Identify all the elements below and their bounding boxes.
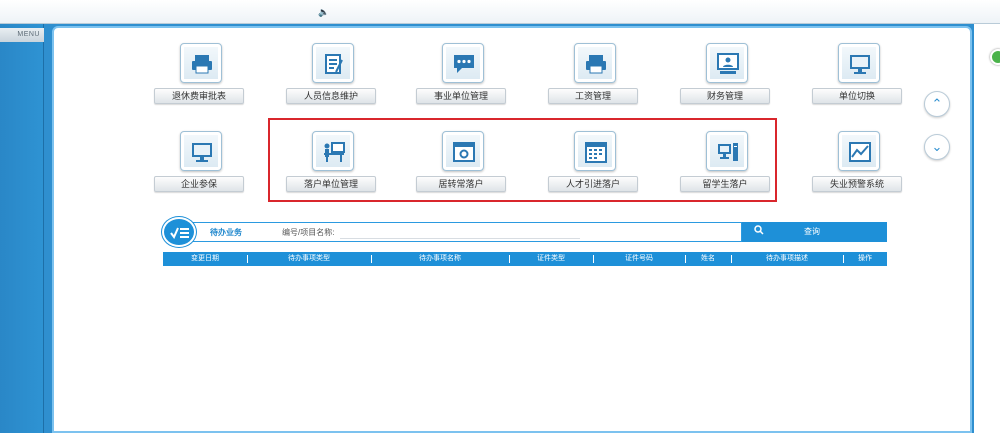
column-header[interactable]: 证件类型 — [509, 252, 593, 266]
todo-list-icon — [162, 217, 196, 247]
line-chart-icon — [838, 131, 880, 171]
scroll-down-button[interactable]: ⌄ — [924, 134, 950, 160]
column-header[interactable]: 证件号码 — [593, 252, 685, 266]
query-label: 查询 — [804, 227, 820, 236]
tile-unit-switch[interactable]: 单位切换 — [812, 43, 902, 113]
column-header[interactable]: 待办事项类型 — [247, 252, 371, 266]
todo-title: 待办业务 — [210, 228, 242, 237]
tile-label: 人员信息维护 — [286, 88, 376, 104]
highlight-box — [268, 118, 777, 202]
chat-bubble-icon — [442, 43, 484, 83]
top-toolbar: 🔈 — [0, 0, 1000, 24]
column-header[interactable]: 待办事项名称 — [371, 252, 509, 266]
tile-retirement-approval[interactable]: 退休费审批表 — [154, 43, 244, 113]
printer-icon — [180, 43, 222, 83]
tile-label: 财务管理 — [680, 88, 770, 104]
document-edit-icon — [312, 43, 354, 83]
tile-enterprise-insurance[interactable]: 企业参保 — [154, 131, 244, 201]
left-sidebar: MENU — [0, 24, 44, 433]
tile-label: 事业单位管理 — [416, 88, 506, 104]
speaker-icon[interactable]: 🔈 — [318, 7, 329, 17]
status-dot-icon[interactable] — [990, 49, 1000, 65]
scroll-up-button[interactable]: ⌃ — [924, 91, 950, 117]
column-header[interactable]: 操作 — [843, 252, 887, 266]
printer-icon — [574, 43, 616, 83]
right-strip — [974, 24, 1000, 433]
tile-label: 单位切换 — [812, 88, 902, 104]
tile-label: 退休费审批表 — [154, 88, 244, 104]
todo-table-header: 变更日期 待办事项类型 待办事项名称 证件类型 证件号码 姓名 待办事项描述 操… — [163, 252, 887, 266]
monitor-icon — [180, 131, 222, 171]
tile-personnel-info[interactable]: 人员信息维护 — [286, 43, 376, 113]
tile-label: 工资管理 — [548, 88, 638, 104]
tile-label: 企业参保 — [154, 176, 244, 192]
tile-institution-management[interactable]: 事业单位管理 — [416, 43, 506, 113]
column-header[interactable]: 变更日期 — [163, 252, 247, 266]
search-icon — [754, 225, 764, 240]
column-header[interactable]: 待办事项描述 — [731, 252, 843, 266]
presentation-icon — [706, 43, 748, 83]
monitor-icon — [838, 43, 880, 83]
tile-salary-management[interactable]: 工资管理 — [548, 43, 638, 113]
search-input[interactable] — [340, 227, 580, 239]
menu-tab[interactable]: MENU — [0, 28, 44, 42]
tile-unemployment-warning[interactable]: 失业预警系统 — [812, 131, 902, 201]
column-header[interactable]: 姓名 — [685, 252, 731, 266]
tile-finance-management[interactable]: 财务管理 — [680, 43, 770, 113]
search-label: 编号/项目名称: — [282, 228, 335, 237]
todo-search-bar: 待办业务 编号/项目名称: — [190, 222, 742, 242]
query-button[interactable]: 查询 — [742, 222, 887, 242]
tile-label: 失业预警系统 — [812, 176, 902, 192]
